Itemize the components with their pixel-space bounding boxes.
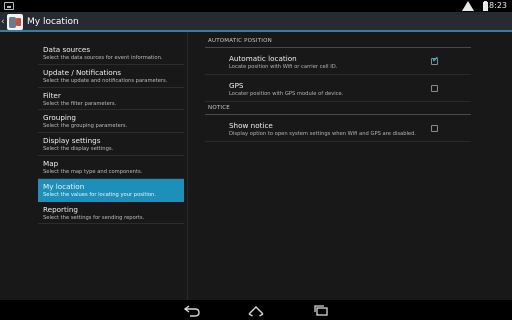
header-item-data-sources[interactable]: Data sources Select the data sources for…	[38, 42, 184, 65]
header-item-summary: Select the update and notifications para…	[43, 77, 168, 84]
header-item-summary: Select the display settings.	[43, 146, 114, 153]
header-item-title: Reporting	[43, 204, 78, 214]
status-time: 18:23	[483, 1, 507, 10]
header-item-title: My location	[43, 181, 85, 191]
pref-summary: Display option to open system settings w…	[229, 131, 417, 137]
pref-summary: Locater position with GPS module of devi…	[229, 91, 344, 97]
header-item-display-settings[interactable]: Display settings Select the display sett…	[38, 133, 184, 156]
action-bar: ‹ My location	[0, 12, 512, 32]
header-item-title: Grouping	[43, 113, 76, 123]
header-item-update-notifications[interactable]: Update / Notifications Select the update…	[38, 65, 184, 88]
pref-title: Show notice	[229, 121, 273, 130]
back-icon[interactable]	[183, 303, 201, 317]
preference-detail-pane: AUTOMATIC POSITION Automatic location Lo…	[205, 36, 471, 142]
pref-summary: Locate position with Wifi or carrier cel…	[229, 64, 338, 70]
header-item-summary: Select the grouping parameters.	[43, 123, 128, 130]
up-caret-icon[interactable]: ‹	[1, 16, 5, 28]
settings-main: Data sources Select the data sources for…	[0, 32, 512, 300]
header-item-grouping[interactable]: Grouping Select the grouping parameters.	[38, 110, 184, 134]
notification-icon	[4, 2, 14, 10]
pane-divider	[187, 32, 188, 300]
pref-automatic-location[interactable]: Automatic location Locate position with …	[205, 48, 471, 75]
checkmark-icon: ✔	[432, 55, 439, 64]
automatic-location-checkbox[interactable]: ✔	[431, 55, 439, 65]
category-header-automatic-position: AUTOMATIC POSITION	[205, 36, 471, 48]
header-item-title: Data sources	[43, 45, 91, 54]
pref-title: Automatic location	[229, 54, 297, 63]
wifi-icon	[462, 1, 474, 11]
header-item-my-location[interactable]: My location Select the values for locati…	[38, 178, 184, 202]
pref-show-notice[interactable]: Show notice Display option to open syste…	[205, 115, 471, 142]
show-notice-checkbox[interactable]	[431, 125, 438, 132]
header-item-map[interactable]: Map Select the map type and components.	[38, 156, 184, 179]
header-item-summary: Select the settings for sending reports.	[43, 214, 145, 221]
header-item-reporting[interactable]: Reporting Select the settings for sendin…	[38, 202, 184, 225]
pref-gps[interactable]: GPS Locater position with GPS module of …	[205, 75, 471, 102]
settings-header-list: Data sources Select the data sources for…	[38, 42, 184, 225]
header-item-title: Update / Notifications	[43, 67, 122, 77]
header-item-summary: Select the map type and components.	[43, 168, 143, 175]
header-item-title: Map	[43, 158, 59, 168]
app-icon[interactable]	[7, 14, 23, 30]
status-bar: 18:23	[0, 0, 512, 12]
recent-apps-icon[interactable]	[312, 303, 330, 317]
header-item-filter[interactable]: Filter Select the filter parameters.	[38, 88, 184, 111]
header-item-summary: Select the data sources for event inform…	[43, 55, 163, 61]
system-navigation-bar	[0, 300, 512, 320]
home-icon[interactable]	[247, 303, 265, 317]
header-item-summary: Select the filter parameters.	[43, 100, 117, 107]
header-item-summary: Select the values for locating your posi…	[43, 191, 156, 198]
pref-title: GPS	[229, 81, 244, 90]
action-bar-title: My location	[27, 17, 79, 27]
gps-checkbox[interactable]	[431, 85, 438, 92]
category-header-notice: NOTICE	[205, 102, 471, 115]
header-item-title: Display settings	[43, 136, 101, 146]
header-item-title: Filter	[43, 90, 61, 100]
